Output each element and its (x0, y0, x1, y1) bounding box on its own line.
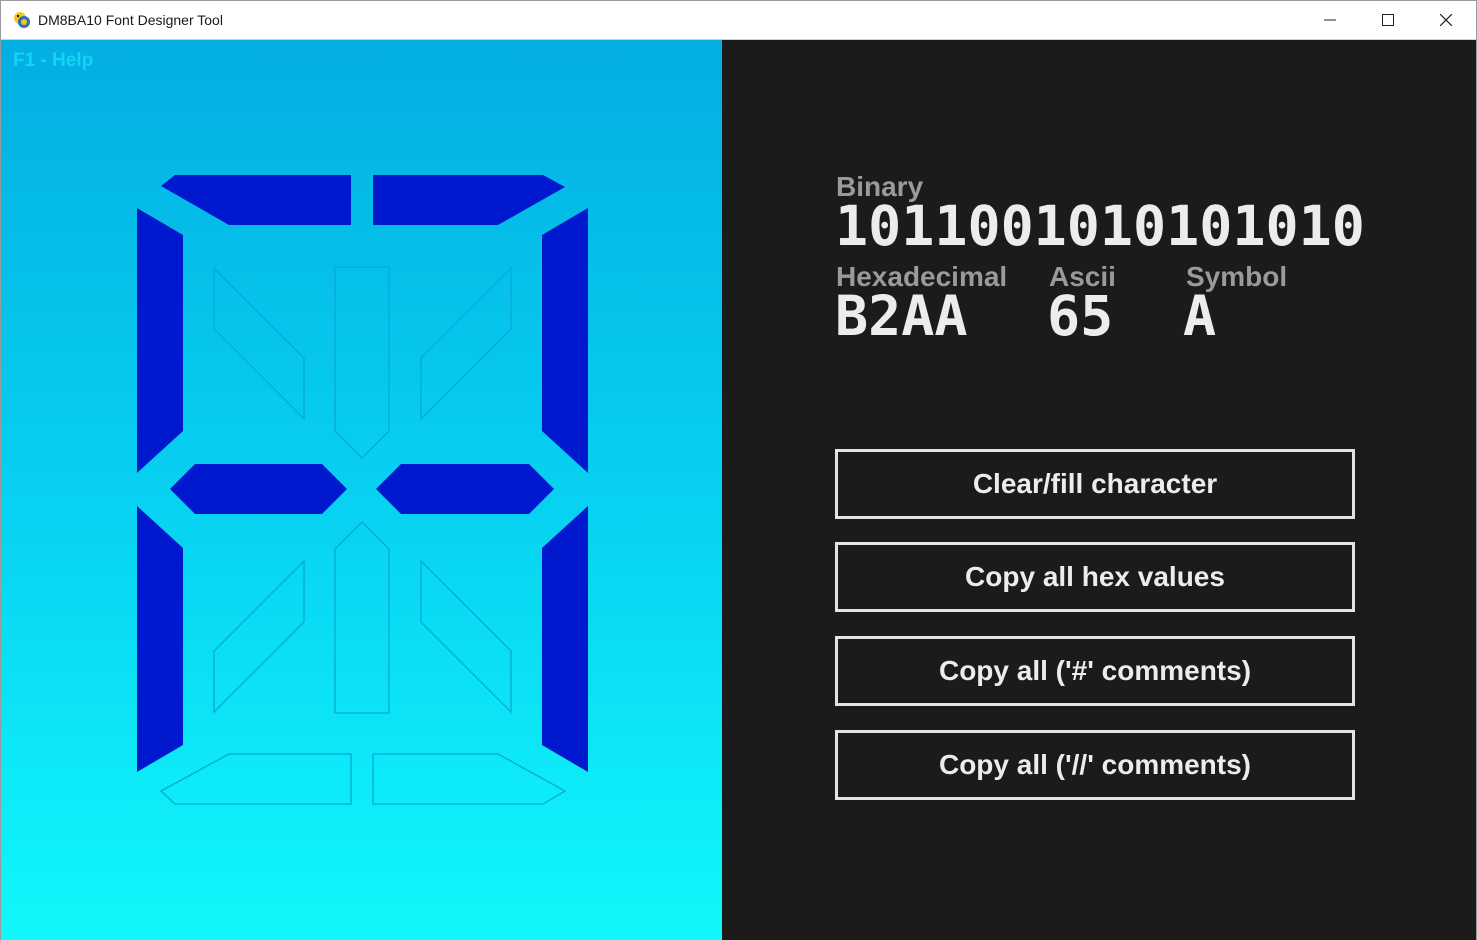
segment-lower-left[interactable] (137, 506, 183, 772)
segment-upper-diag-right[interactable] (420, 266, 512, 421)
copy-hash-comments-button[interactable]: Copy all ('#' comments) (835, 636, 1355, 706)
segment-lower-diag-right[interactable] (420, 559, 512, 714)
segment-editor-panel: F1 - Help (1, 40, 722, 940)
app-window: DM8BA10 Font Designer Tool F1 - Help Bin… (0, 0, 1477, 940)
close-icon (1440, 14, 1452, 26)
symbol-value: A (1183, 284, 1217, 348)
maximize-button[interactable] (1359, 1, 1417, 39)
close-button[interactable] (1417, 1, 1475, 39)
minimize-button[interactable] (1301, 1, 1359, 39)
window-title: DM8BA10 Font Designer Tool (38, 12, 223, 28)
segment-display (137, 175, 588, 805)
segment-lower-right[interactable] (542, 506, 588, 772)
copy-hex-button[interactable]: Copy all hex values (835, 542, 1355, 612)
segment-upper-left[interactable] (137, 208, 183, 473)
segment-lower-center[interactable] (334, 521, 390, 714)
segment-upper-diag-left[interactable] (213, 266, 305, 421)
segment-middle-left[interactable] (170, 464, 347, 514)
segment-middle-right[interactable] (376, 464, 554, 514)
segment-bottom-right[interactable] (372, 753, 567, 805)
binary-value: 1011001010101010 (835, 194, 1365, 258)
copy-slash-comments-button[interactable]: Copy all ('//' comments) (835, 730, 1355, 800)
maximize-icon (1382, 14, 1394, 26)
hex-value: B2AA (835, 284, 968, 348)
segment-top-left[interactable] (161, 175, 351, 225)
segment-upper-right[interactable] (542, 208, 588, 473)
python-logo-icon (14, 12, 30, 28)
title-bar[interactable]: DM8BA10 Font Designer Tool (1, 1, 1476, 40)
ascii-value: 65 (1047, 284, 1114, 348)
segment-top-right[interactable] (373, 175, 565, 225)
info-panel: Binary 1011001010101010 Hexadecimal B2AA… (722, 40, 1476, 940)
segment-bottom-left[interactable] (159, 753, 352, 805)
segment-upper-center[interactable] (334, 266, 390, 459)
minimize-icon (1324, 19, 1336, 21)
clear-fill-button[interactable]: Clear/fill character (835, 449, 1355, 519)
segment-lower-diag-left[interactable] (213, 559, 305, 714)
